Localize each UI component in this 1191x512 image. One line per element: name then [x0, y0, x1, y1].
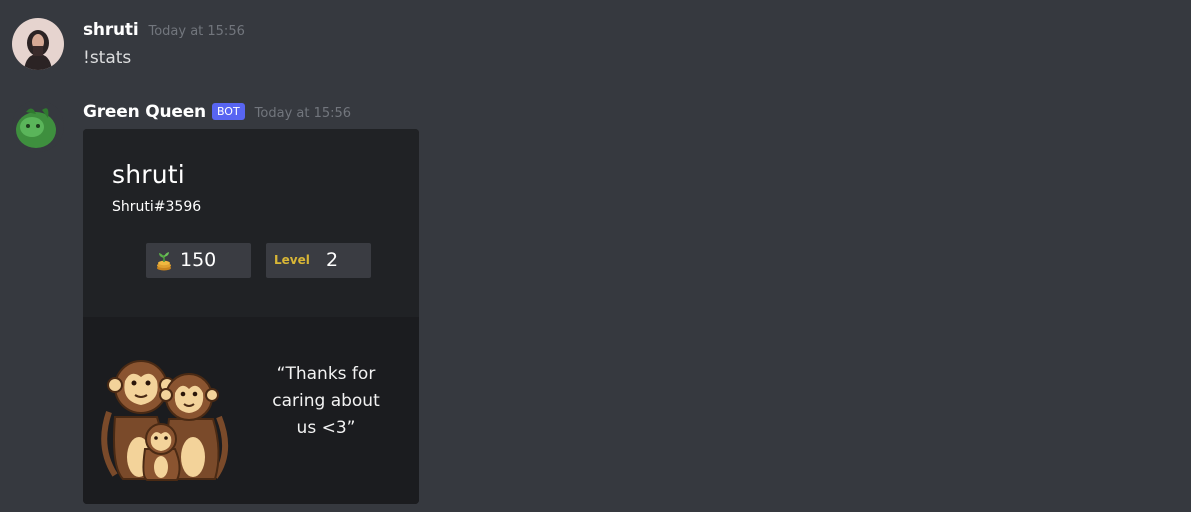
embed-profile-section: shruti Shruti#3596 150 Level 2: [83, 129, 419, 317]
embed-user-tag: Shruti#3596: [112, 199, 202, 215]
sprout-coins-icon: [155, 251, 173, 271]
level-value: 2: [326, 249, 339, 271]
message-content: !stats: [83, 48, 132, 68]
embed-user-name: shruti: [112, 160, 185, 189]
user-avatar[interactable]: [12, 18, 64, 70]
message-header: Green Queen BOT Today at 15:56: [83, 102, 351, 128]
bot-badge: BOT: [211, 103, 245, 120]
timestamp[interactable]: Today at 15:56: [255, 106, 351, 121]
level-label: Level: [274, 253, 310, 267]
username[interactable]: shruti: [83, 20, 139, 40]
stats-embed-card: shruti Shruti#3596 150 Level 2 “Thanks f…: [83, 129, 419, 504]
timestamp[interactable]: Today at 15:56: [148, 24, 244, 39]
bot-avatar[interactable]: [12, 100, 64, 152]
embed-quote: “Thanks for caring about us <3”: [272, 364, 380, 438]
coins-value: 150: [180, 249, 217, 271]
level-stat: Level 2: [266, 243, 371, 278]
monkey-family-illustration: [101, 357, 229, 482]
message-item: shruti Today at 15:56 !stats: [0, 18, 1191, 88]
coins-stat: 150: [146, 243, 251, 278]
message-header: shruti Today at 15:56: [83, 20, 245, 46]
message-item: Green Queen BOT Today at 15:56 shruti Sh…: [0, 100, 1191, 512]
embed-footer-section: “Thanks for caring about us <3”: [83, 317, 419, 504]
username[interactable]: Green Queen: [83, 102, 206, 122]
